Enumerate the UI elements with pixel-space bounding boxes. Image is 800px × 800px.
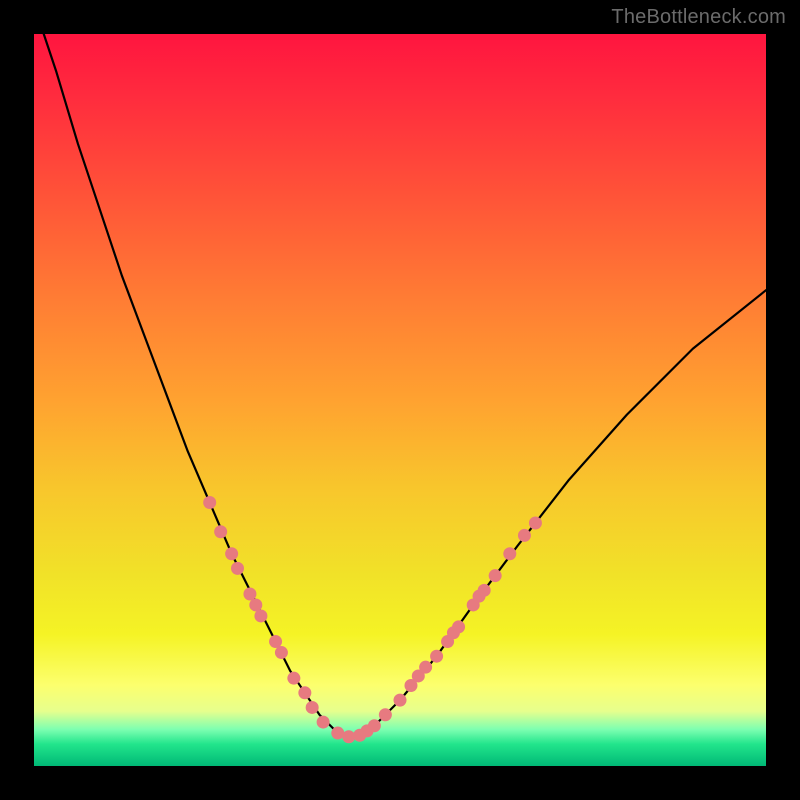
curve-marker: [203, 496, 216, 509]
watermark-text: TheBottleneck.com: [611, 6, 786, 29]
curve-marker: [317, 716, 330, 729]
curve-marker: [342, 730, 355, 743]
bottleneck-curve-svg: [34, 34, 766, 766]
chart-plot-area: [34, 34, 766, 766]
curve-marker: [269, 635, 282, 648]
curve-marker: [518, 529, 531, 542]
curve-marker: [225, 547, 238, 560]
curve-marker: [368, 719, 381, 732]
curve-marker: [430, 650, 443, 663]
curve-marker: [275, 646, 288, 659]
curve-marker: [243, 587, 256, 600]
curve-marker: [379, 708, 392, 721]
curve-marker: [298, 686, 311, 699]
curve-marker: [529, 516, 542, 529]
curve-marker: [231, 562, 244, 575]
curve-marker: [254, 609, 267, 622]
curve-marker: [419, 661, 432, 674]
curve-marker: [214, 525, 227, 538]
curve-marker: [503, 547, 516, 560]
curve-marker: [306, 701, 319, 714]
curve-marker: [489, 569, 502, 582]
curve-marker: [478, 584, 491, 597]
curve-markers-group: [203, 496, 542, 743]
curve-marker: [287, 672, 300, 685]
curve-marker: [394, 694, 407, 707]
bottleneck-curve-path: [34, 5, 766, 737]
curve-marker: [452, 620, 465, 633]
